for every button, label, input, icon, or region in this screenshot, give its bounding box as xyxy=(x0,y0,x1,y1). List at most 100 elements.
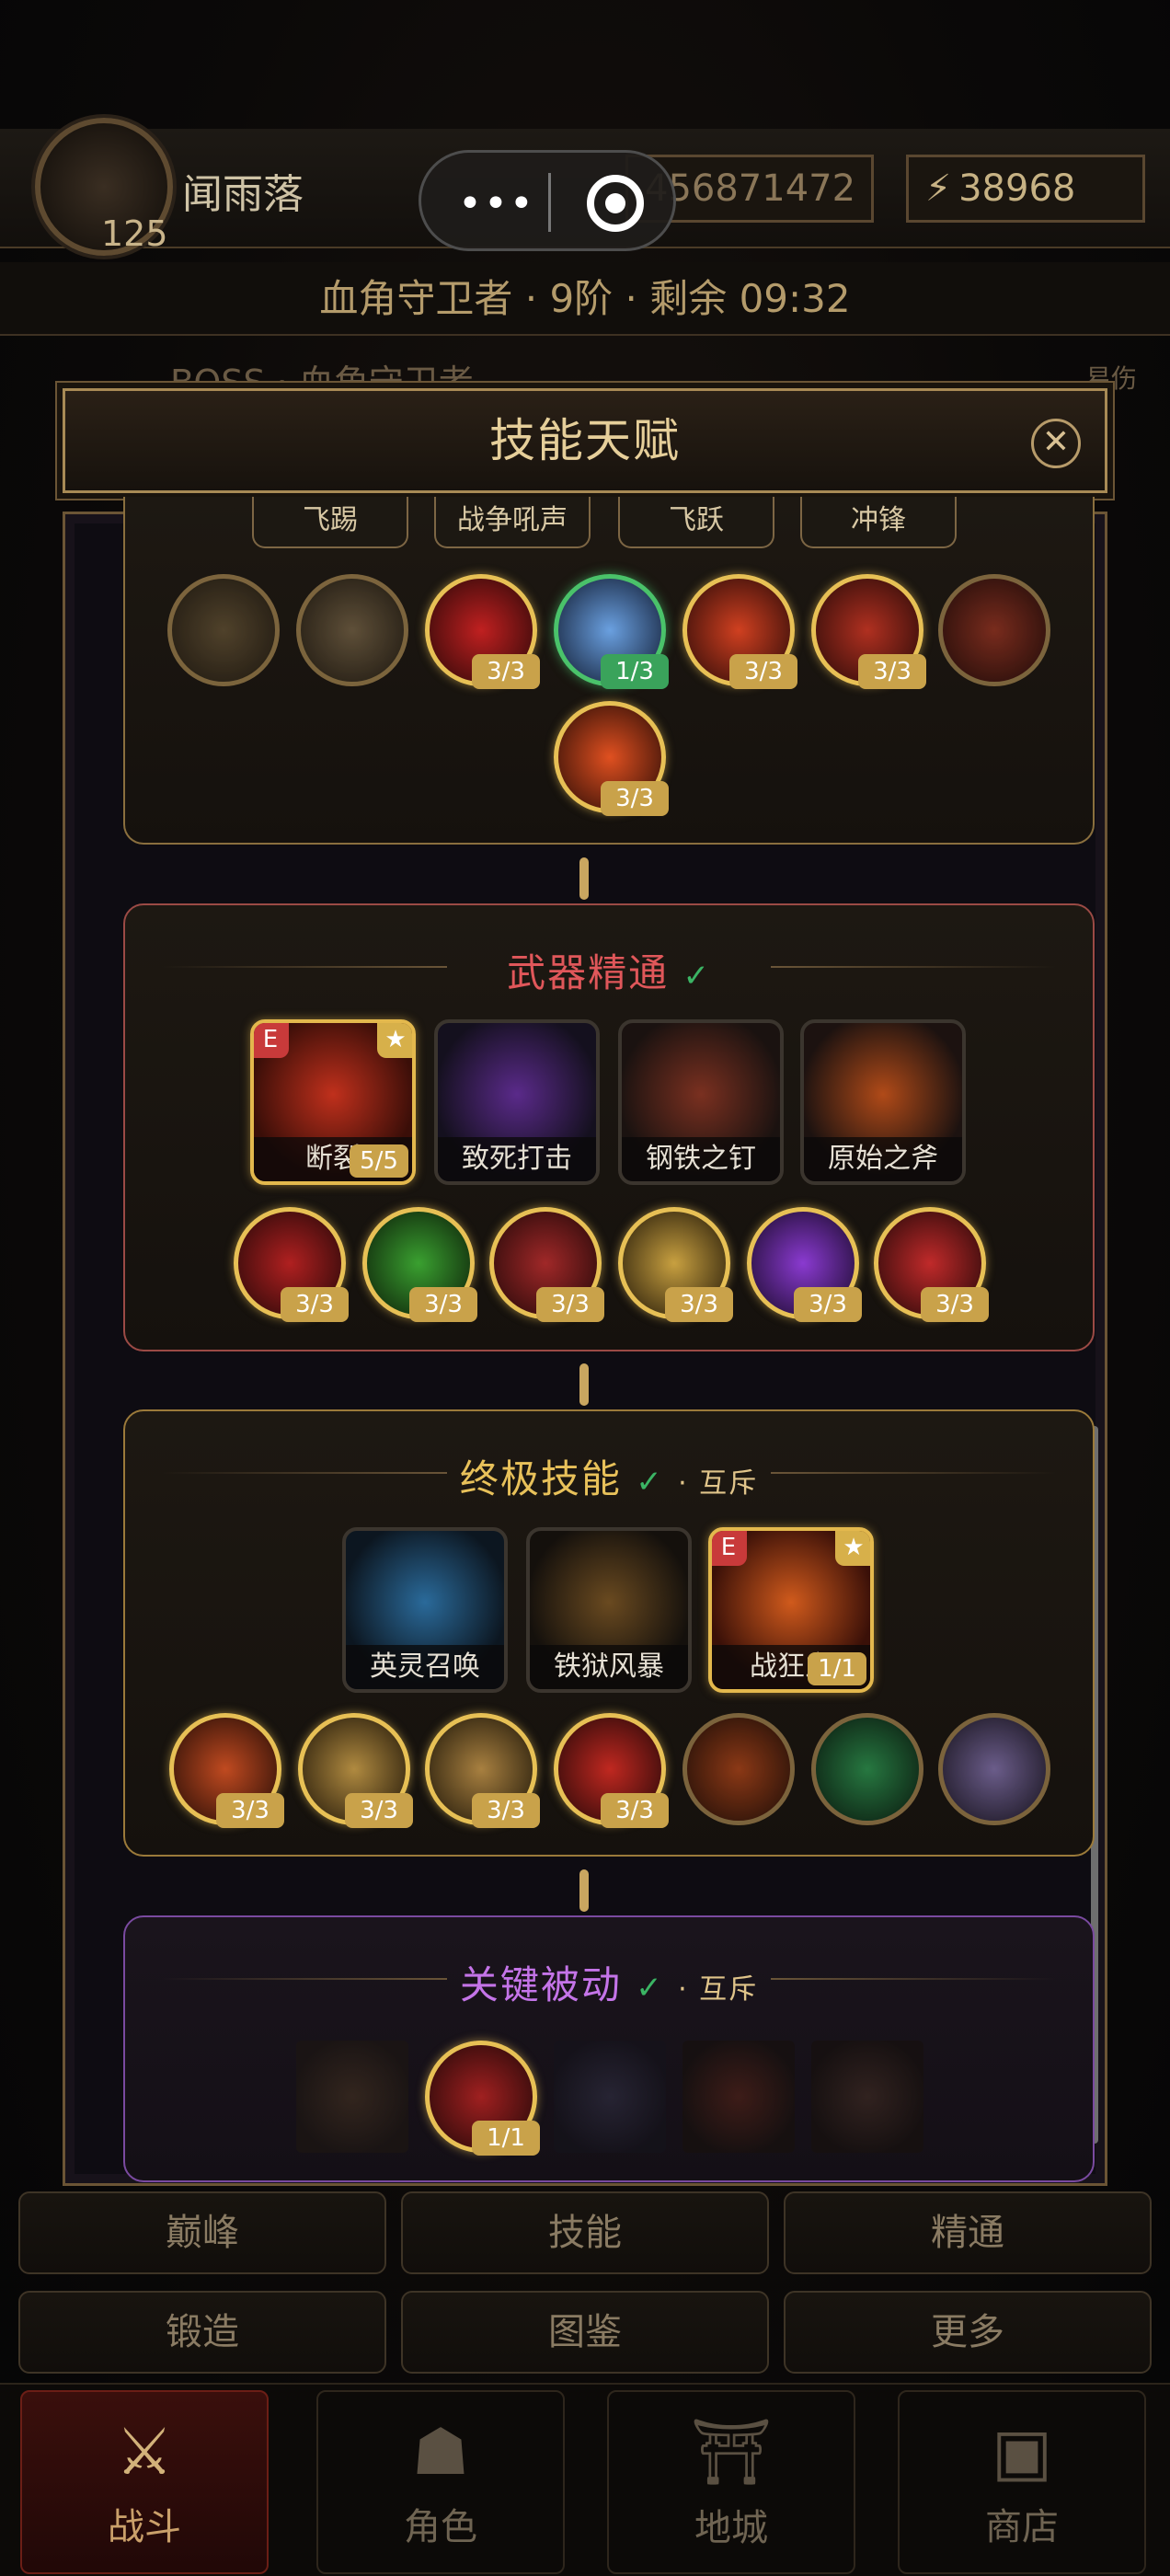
nav-dungeon[interactable]: ⛩ 地城 xyxy=(607,2390,855,2574)
card-label: 英灵召唤 xyxy=(346,1645,504,1689)
crossed-swords-icon: ⚔ xyxy=(115,2414,174,2490)
star-icon: ★ xyxy=(835,1531,870,1566)
lightning-icon: ⚡ xyxy=(925,167,952,210)
rank-badge: 3/3 xyxy=(409,1287,477,1322)
nav-label: 角色 xyxy=(404,2506,477,2548)
blue-spear-icon[interactable]: 1/3 xyxy=(554,574,669,689)
ultimate-node-icon[interactable]: 3/3 xyxy=(554,1713,669,1828)
skill-card-duanlie[interactable]: E ★ 断裂 5/5 xyxy=(250,1019,416,1185)
ultimate-title-text: 终极技能 xyxy=(459,1456,622,1501)
passive-node-icon[interactable] xyxy=(296,2041,408,2153)
close-icon[interactable]: ✕ xyxy=(1031,419,1081,468)
helmet-icon: ☗ xyxy=(411,2414,470,2490)
weapon-node-icon[interactable]: 3/3 xyxy=(874,1207,989,1322)
crab-icon[interactable]: 3/3 xyxy=(811,574,926,689)
red-slash-icon[interactable]: 3/3 xyxy=(425,574,540,689)
skill-card-zhisi[interactable]: 致死打击 xyxy=(434,1019,600,1185)
heart-icon[interactable]: 3/3 xyxy=(682,574,797,689)
weapon-title-text: 武器精通 xyxy=(507,950,670,995)
skill-card-gangtie[interactable]: 钢铁之钉 xyxy=(618,1019,784,1185)
energy-counter: ⚡ 38968 xyxy=(906,155,1145,223)
game-screen: { "header": { "player_name": "闻雨落", "lev… xyxy=(0,0,1170,2576)
weapon-node-icon[interactable]: 3/3 xyxy=(489,1207,604,1322)
passive-node-icon[interactable] xyxy=(682,2041,795,2153)
skill-card-yuanshi[interactable]: 原始之斧 xyxy=(800,1019,966,1185)
weapon-node-icon[interactable]: 3/3 xyxy=(618,1207,733,1322)
player-level: 125 xyxy=(101,213,168,254)
rank-badge: 3/3 xyxy=(216,1793,284,1828)
chest-icon: ▣ xyxy=(991,2414,1053,2490)
section-connector xyxy=(579,857,589,900)
ultimate-node-icon[interactable]: 3/3 xyxy=(298,1713,413,1828)
rank-badge: 5/5 xyxy=(350,1144,408,1178)
skill-card-tieyu[interactable]: 铁狱风暴 xyxy=(526,1527,692,1693)
section-title: 武器精通 ✓ xyxy=(125,942,1093,998)
card-label: 钢铁之钉 xyxy=(622,1137,780,1181)
rank-badge: 3/3 xyxy=(281,1287,349,1322)
energy-value: 38968 xyxy=(958,167,1076,210)
menu-peak[interactable]: 巅峰 xyxy=(18,2191,386,2274)
skill-tab[interactable]: 飞跃 xyxy=(618,497,774,548)
capsule-divider xyxy=(548,173,551,232)
rank-badge: 3/3 xyxy=(536,1287,604,1322)
ultimate-node-icon[interactable]: 3/3 xyxy=(169,1713,284,1828)
ultimate-node-icon[interactable] xyxy=(811,1713,923,1825)
crown-icon[interactable] xyxy=(296,574,408,686)
card-label: 铁狱风暴 xyxy=(530,1645,688,1689)
miniapp-capsule: ••• xyxy=(419,150,676,251)
modal-header: 技能天赋 ✕ xyxy=(63,388,1107,493)
rank-badge: 3/3 xyxy=(601,1793,669,1828)
rank-badge: 3/3 xyxy=(729,654,797,689)
rank-badge: 3/3 xyxy=(472,1793,540,1828)
star-icon: ★ xyxy=(377,1023,412,1058)
skill-tab[interactable]: 冲锋 xyxy=(800,497,957,548)
section-title: 终极技能 ✓ · 互斥 xyxy=(125,1448,1093,1504)
weapon-node-icon[interactable]: 3/3 xyxy=(362,1207,477,1322)
passive-node-icon[interactable] xyxy=(811,2041,923,2153)
player-name: 闻雨落 xyxy=(182,171,304,218)
skill-tab[interactable]: 战争吼声 xyxy=(434,497,591,548)
skill-card-yingling[interactable]: 英灵召唤 xyxy=(342,1527,508,1693)
menu-codex[interactable]: 图鉴 xyxy=(401,2291,769,2374)
passive-node-icon[interactable] xyxy=(554,2041,666,2153)
menu-mastery[interactable]: 精通 xyxy=(784,2191,1152,2274)
nav-label: 地城 xyxy=(694,2507,768,2549)
crossed-blades-icon[interactable] xyxy=(938,574,1050,686)
nav-shop[interactable]: ▣ 商店 xyxy=(898,2390,1146,2574)
weapon-node-icon[interactable]: 3/3 xyxy=(747,1207,862,1322)
rank-badge: 1/1 xyxy=(472,2121,540,2156)
passive-node-icon[interactable]: 1/1 xyxy=(425,2041,540,2156)
ultimate-node-icon[interactable]: 3/3 xyxy=(425,1713,540,1828)
rank-badge: 3/3 xyxy=(345,1793,413,1828)
elite-badge: E xyxy=(712,1531,747,1566)
section-title: 关键被动 ✓ · 互斥 xyxy=(125,1954,1093,2010)
close-miniapp-icon[interactable] xyxy=(587,175,644,232)
nav-label: 战斗 xyxy=(108,2506,181,2548)
skill-tab[interactable]: 飞踢 xyxy=(252,497,408,548)
rank-badge: 3/3 xyxy=(472,654,540,689)
rank-badge: 3/3 xyxy=(921,1287,989,1322)
nav-label: 商店 xyxy=(985,2506,1059,2548)
rank-badge: 3/3 xyxy=(858,654,926,689)
weapon-node-icon[interactable]: 3/3 xyxy=(234,1207,349,1322)
card-label: 致死打击 xyxy=(438,1137,596,1181)
check-icon: ✓ xyxy=(636,1464,664,1501)
rank-badge: 1/3 xyxy=(601,654,669,689)
section-connector xyxy=(579,1869,589,1912)
ultimate-node-icon[interactable] xyxy=(682,1713,795,1825)
dial-icon[interactable] xyxy=(167,574,280,686)
menu-forge[interactable]: 锻造 xyxy=(18,2291,386,2374)
skill-card-zhankuang[interactable]: E ★ 战狂之 1/1 xyxy=(708,1527,874,1693)
menu-more[interactable]: 更多 xyxy=(784,2291,1152,2374)
nav-battle[interactable]: ⚔ 战斗 xyxy=(20,2390,269,2574)
more-dots-icon[interactable]: ••• xyxy=(458,180,535,227)
ultimate-node-icon[interactable] xyxy=(938,1713,1050,1825)
modal-title: 技能天赋 xyxy=(489,414,681,467)
boss-status-line: 血角守卫者 · 9阶 · 剩余 09:32 xyxy=(0,262,1170,336)
gold-value: 456871472 xyxy=(645,167,856,210)
rank-badge: 1/1 xyxy=(808,1652,866,1685)
nav-character[interactable]: ☗ 角色 xyxy=(316,2390,565,2574)
menu-skills[interactable]: 技能 xyxy=(401,2191,769,2274)
gate-icon: ⛩ xyxy=(690,2414,773,2490)
fire-fist-icon[interactable]: 3/3 xyxy=(554,701,669,816)
